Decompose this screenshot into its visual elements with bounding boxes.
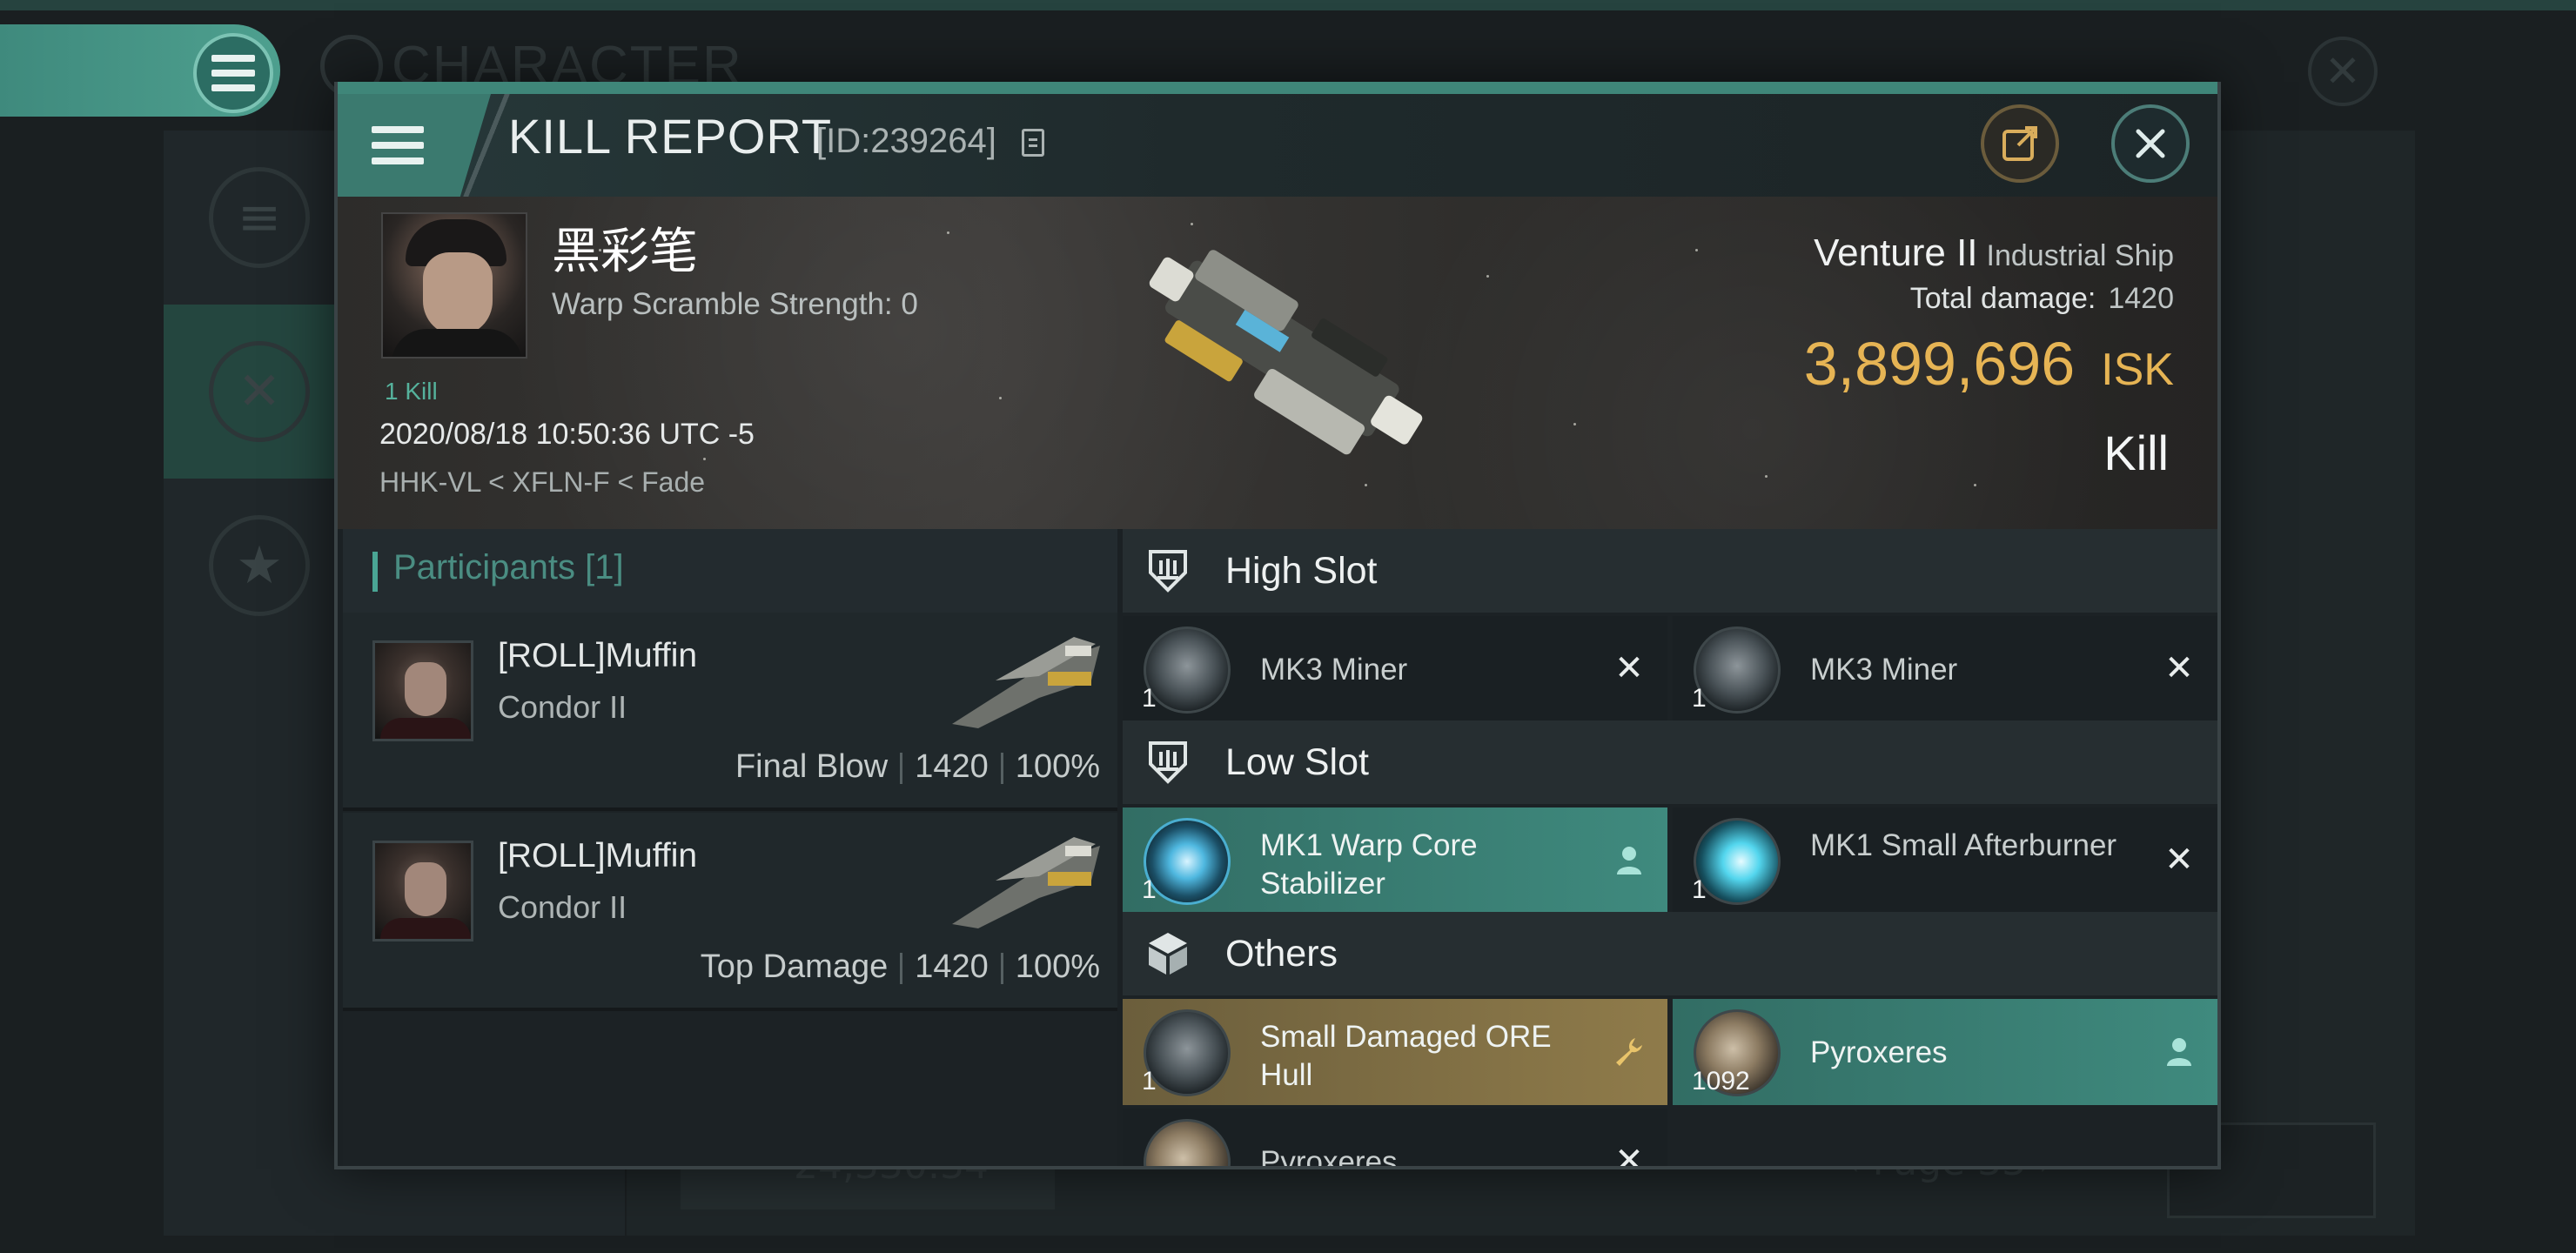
person-icon (1612, 842, 1647, 877)
kill-report-modal: KILL REPORT [ID:239264] 黑彩笔 Warp Scrambl… (334, 82, 2221, 1169)
fitting-item[interactable]: 1 MK1 Warp Core Stabilizer (1123, 807, 1667, 914)
ship-name-text: Venture II (1814, 231, 1978, 274)
close-x-icon: ✕ (1614, 648, 1644, 688)
fitting-item[interactable]: 1 Small Damaged ORE Hull (1123, 999, 1667, 1105)
modal-accent-bar (338, 82, 2217, 94)
ship-class: Industrial Ship (1986, 239, 2174, 272)
participant-avatar[interactable] (372, 841, 473, 941)
fitting-item[interactable]: 1 MK3 Miner ✕ (1123, 616, 1667, 722)
participants-header: Participants [1] (343, 529, 1117, 613)
isk-value: 3,899,696 (1803, 330, 2076, 398)
copy-icon[interactable] (1022, 129, 1044, 157)
total-damage-value: 1420 (2108, 282, 2174, 315)
item-icon (1694, 818, 1781, 905)
kill-report-id: [ID:239264] (816, 122, 996, 160)
participant-percent: 100% (1015, 948, 1100, 985)
star-badge-icon: ★ (209, 515, 310, 616)
item-icon (1144, 1119, 1231, 1166)
participant-row[interactable]: [ROLL]Muffin Condor II Top Damage 1420 100… (343, 813, 1117, 1011)
item-qty: 1 (1692, 875, 1707, 904)
participant-ship: Condor II (498, 889, 627, 925)
share-icon (2002, 126, 2037, 161)
item-name: Pyroxeres (1810, 1035, 1948, 1069)
close-x-icon: ✕ (1614, 1141, 1644, 1169)
item-icon (1144, 626, 1231, 714)
item-icon (1144, 1009, 1231, 1096)
item-qty: 1 (1692, 684, 1707, 713)
item-name: MK3 Miner (1810, 653, 1958, 687)
close-x-icon: ✕ (2164, 648, 2194, 688)
total-damage-label: Total damage: (1909, 282, 2096, 315)
item-name: Pyroxeres (1260, 1145, 1398, 1169)
item-name: MK1 Small Afterburner (1810, 828, 2117, 862)
warp-scramble-strength: Warp Scramble Strength: 0 (552, 287, 918, 321)
kill-datetime: 2020/08/18 10:50:36 UTC -5 (379, 418, 755, 451)
person-icon (2162, 1034, 2197, 1069)
participant-damage: 1420 (915, 948, 989, 985)
wrench-icon (1612, 1034, 1647, 1069)
participant-name[interactable]: [ROLL]Muffin (498, 837, 697, 875)
item-name: MK1 Warp Core Stabilizer (1260, 828, 1478, 901)
participant-name[interactable]: [ROLL]Muffin (498, 637, 697, 675)
top-status-line (0, 0, 2576, 10)
item-qty: 1 (1142, 1067, 1157, 1096)
item-qty: 1 (1142, 875, 1157, 904)
participant-role: Top Damage (700, 948, 889, 985)
close-icon (2136, 129, 2165, 158)
victim-ship-image (1149, 250, 1423, 455)
participant-role: Final Blow (735, 748, 889, 785)
participant-avatar[interactable] (372, 640, 473, 741)
item-qty: 1092 (1692, 1067, 1750, 1096)
participant-percent: 100% (1015, 748, 1100, 785)
main-menu-button[interactable] (193, 33, 273, 113)
participants-panel: Participants [1] [ROLL]Muffin Condor II … (343, 529, 1117, 1166)
low-slot-label: Low Slot (1225, 741, 1369, 783)
close-x-icon: ✕ (2164, 840, 2194, 880)
low-slot-header: Low Slot (1123, 720, 2217, 804)
participant-stats: Top Damage 1420 100% (701, 948, 1100, 986)
isk-value-line: 3,899,696 ISK (1804, 329, 2174, 399)
fitting-item[interactable]: Pyroxeres ✕ (1123, 1109, 1667, 1169)
share-button[interactable] (1981, 104, 2059, 183)
others-label: Others (1225, 933, 1338, 975)
cube-icon (1149, 933, 1187, 975)
fitting-item[interactable]: 1 MK1 Small Afterburner ✕ (1673, 807, 2217, 914)
victim-kill-count: 1 Kill (385, 378, 438, 405)
victim-avatar[interactable] (381, 212, 527, 358)
participant-ship-image (952, 837, 1100, 928)
fitting-item[interactable]: 1092 Pyroxeres (1673, 999, 2217, 1105)
participant-row[interactable]: [ROLL]Muffin Condor II Final Blow 1420 100… (343, 613, 1117, 811)
item-icon (1694, 626, 1781, 714)
isk-unit: ISK (2101, 345, 2174, 395)
kill-result: Kill (2103, 425, 2169, 480)
crossed-swords-icon: ✕ (209, 341, 310, 442)
low-slot-icon (1149, 741, 1187, 784)
item-name: Small Damaged ORE Hull (1260, 1020, 1552, 1092)
participant-ship-image (952, 637, 1100, 728)
total-damage: Total damage: 1420 (1910, 282, 2174, 316)
close-button[interactable] (2111, 104, 2190, 183)
victim-ship-name[interactable]: Venture II Industrial Ship (1814, 231, 2174, 275)
fitting-panel: High Slot 1 MK3 Miner ✕ 1 MK3 Miner ✕ Lo… (1123, 529, 2217, 1169)
kill-location[interactable]: HHK-VL < XFLN-F < Fade (379, 466, 705, 499)
participant-ship: Condor II (498, 689, 627, 725)
participants-title: Participants [1] (393, 548, 624, 586)
others-header: Others (1123, 912, 2217, 995)
item-name: MK3 Miner (1260, 653, 1408, 687)
hamburger-icon (371, 115, 425, 176)
item-qty: 1 (1142, 684, 1157, 713)
participant-damage: 1420 (915, 748, 989, 785)
victim-name[interactable]: 黑彩笔 (552, 212, 698, 283)
list-icon: ≡ (209, 167, 310, 268)
high-slot-header: High Slot (1123, 529, 2217, 613)
fitting-item[interactable]: 1 MK3 Miner ✕ (1673, 616, 2217, 722)
high-slot-icon (1149, 550, 1187, 593)
background-close-button[interactable]: ✕ (2308, 37, 2378, 106)
modal-title: KILL REPORT (508, 109, 833, 164)
high-slot-label: High Slot (1225, 550, 1378, 592)
participant-stats: Final Blow 1420 100% (735, 748, 1100, 786)
item-icon (1144, 818, 1231, 905)
